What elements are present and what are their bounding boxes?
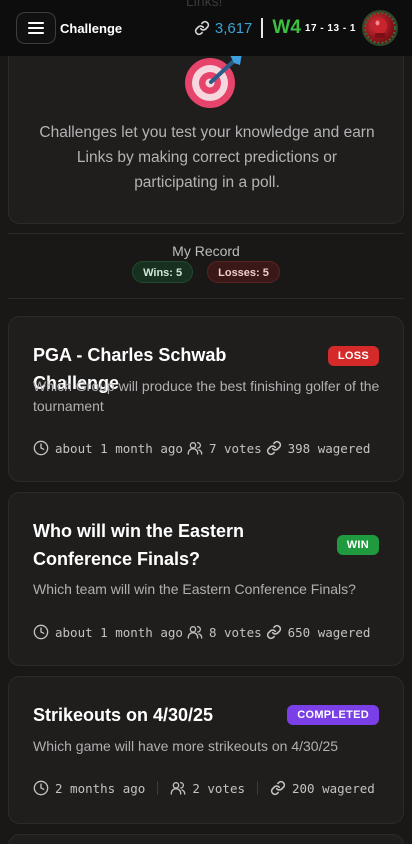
challenge-title: Who will win the Eastern Conference Fina… bbox=[33, 521, 245, 569]
votes-text: 8 votes bbox=[208, 624, 262, 640]
link-chain-icon bbox=[270, 780, 286, 796]
wagered-info: 200 wagered bbox=[270, 780, 375, 796]
votes-text: 2 votes bbox=[192, 780, 245, 796]
time-text: about 1 month ago bbox=[55, 440, 183, 456]
challenge-title: Strikeouts on 4/30/25 bbox=[33, 705, 214, 725]
challenge-description: Which game will have more strikeouts on … bbox=[33, 738, 339, 754]
link-chain-icon bbox=[266, 440, 281, 456]
status-badge: WIN bbox=[336, 535, 379, 555]
meta-separator bbox=[157, 781, 159, 795]
link-chain-icon bbox=[266, 624, 281, 640]
votes-info: 2 votes bbox=[170, 780, 245, 796]
losses-badge: Losses: 5 bbox=[207, 261, 280, 283]
intro-description: Challenges let you test your knowledge a… bbox=[39, 124, 375, 191]
status-badge: COMPLETED bbox=[287, 705, 379, 725]
time-info: about 1 month ago bbox=[33, 624, 183, 640]
wagered-text: 398 wagered bbox=[287, 440, 371, 456]
challenge-card[interactable]: Strikeouts on 4/30/25 COMPLETED Which ga… bbox=[8, 676, 404, 824]
wagered-info: 650 wagered bbox=[266, 624, 371, 640]
record-badges: Wins: 5 Losses: 5 bbox=[0, 261, 412, 283]
users-icon bbox=[187, 442, 203, 455]
wagered-info: 398 wagered bbox=[266, 440, 371, 456]
challenge-meta: 2 months ago 2 votes 200 wagered bbox=[33, 780, 375, 796]
header-divider bbox=[261, 18, 264, 38]
links-count: 3,617 bbox=[214, 19, 253, 37]
challenge-meta: about 1 month ago 8 votes 650 wagered bbox=[33, 624, 370, 640]
users-icon bbox=[170, 782, 186, 795]
ghost-label: Links! bbox=[186, 0, 223, 9]
wagered-text: 200 wagered bbox=[292, 780, 375, 796]
avatar[interactable] bbox=[362, 10, 398, 46]
challenge-description: Which Group will produce the best finish… bbox=[33, 378, 380, 414]
clock-icon bbox=[33, 440, 49, 456]
challenge-card[interactable]: Who will win the Eastern Conference Fina… bbox=[8, 492, 404, 666]
wins-badge: Wins: 5 bbox=[132, 261, 194, 283]
votes-text: 7 votes bbox=[208, 440, 262, 456]
challenge-card[interactable]: PGA - Charles Schwab Challenge LOSS Whic… bbox=[8, 316, 404, 482]
time-info: 2 months ago bbox=[33, 780, 145, 796]
record-title: My Record bbox=[172, 243, 240, 259]
clock-icon bbox=[33, 624, 49, 640]
time-info: about 1 month ago bbox=[33, 440, 183, 456]
time-text: 2 months ago bbox=[55, 780, 146, 796]
clock-icon bbox=[33, 780, 49, 796]
header-stats: 3,617 W4 17 - 13 - 1 bbox=[194, 10, 398, 46]
divider bbox=[8, 233, 404, 234]
status-badge: LOSS bbox=[327, 346, 379, 366]
top-header: Links! Challenge 3,617 W4 17 - 13 - 1 bbox=[0, 0, 412, 56]
votes-info: 8 votes bbox=[187, 624, 262, 640]
challenge-meta: about 1 month ago 7 votes 398 wagered bbox=[33, 440, 370, 456]
meta-separator bbox=[257, 781, 258, 795]
challenge-page: Challenges let you test your knowledge a… bbox=[0, 0, 412, 844]
page-title: Challenge bbox=[60, 20, 123, 36]
divider bbox=[8, 298, 404, 299]
target-dart-icon bbox=[185, 53, 242, 108]
time-text: about 1 month ago bbox=[55, 624, 183, 640]
users-icon bbox=[187, 626, 203, 639]
link-chain-icon bbox=[194, 20, 209, 36]
votes-info: 7 votes bbox=[187, 440, 262, 456]
streak-indicator: W4 bbox=[272, 17, 301, 38]
wagered-text: 650 wagered bbox=[287, 624, 371, 640]
links-balance[interactable]: 3,617 bbox=[194, 19, 253, 37]
header-record: 17 - 13 - 1 bbox=[304, 23, 356, 34]
challenge-description: Which team will win the Eastern Conferen… bbox=[33, 581, 356, 597]
avatar-image bbox=[364, 12, 396, 44]
menu-button[interactable] bbox=[16, 12, 56, 44]
hamburger-menu-icon bbox=[28, 22, 44, 34]
challenge-card[interactable] bbox=[8, 834, 404, 844]
